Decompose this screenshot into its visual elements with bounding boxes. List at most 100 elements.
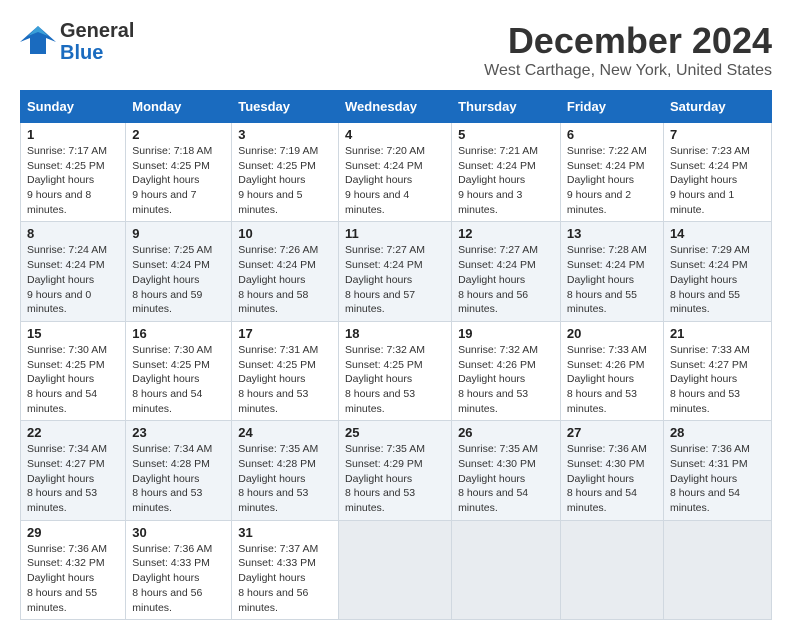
day-info: Sunrise: 7:36 AM Sunset: 4:32 PM Dayligh…: [27, 542, 119, 615]
day-info: Sunrise: 7:33 AM Sunset: 4:27 PM Dayligh…: [670, 343, 765, 416]
header-wednesday: Wednesday: [339, 91, 452, 123]
day-info: Sunrise: 7:30 AM Sunset: 4:25 PM Dayligh…: [132, 343, 225, 416]
table-row: 8 Sunrise: 7:24 AM Sunset: 4:24 PM Dayli…: [21, 222, 126, 321]
table-row: 17 Sunrise: 7:31 AM Sunset: 4:25 PM Dayl…: [232, 321, 339, 420]
day-number: 24: [238, 425, 332, 440]
table-row: 7 Sunrise: 7:23 AM Sunset: 4:24 PM Dayli…: [663, 123, 771, 222]
day-info: Sunrise: 7:19 AM Sunset: 4:25 PM Dayligh…: [238, 144, 332, 217]
table-row: 14 Sunrise: 7:29 AM Sunset: 4:24 PM Dayl…: [663, 222, 771, 321]
table-row: [452, 520, 561, 619]
day-info: Sunrise: 7:23 AM Sunset: 4:24 PM Dayligh…: [670, 144, 765, 217]
table-row: 5 Sunrise: 7:21 AM Sunset: 4:24 PM Dayli…: [452, 123, 561, 222]
day-number: 7: [670, 127, 765, 142]
calendar-week-row: 15 Sunrise: 7:30 AM Sunset: 4:25 PM Dayl…: [21, 321, 772, 420]
table-row: 26 Sunrise: 7:35 AM Sunset: 4:30 PM Dayl…: [452, 421, 561, 520]
day-number: 31: [238, 525, 332, 540]
logo-icon: [20, 22, 56, 63]
table-row: 25 Sunrise: 7:35 AM Sunset: 4:29 PM Dayl…: [339, 421, 452, 520]
day-info: Sunrise: 7:25 AM Sunset: 4:24 PM Dayligh…: [132, 243, 225, 316]
header-saturday: Saturday: [663, 91, 771, 123]
table-row: 20 Sunrise: 7:33 AM Sunset: 4:26 PM Dayl…: [560, 321, 663, 420]
table-row: 18 Sunrise: 7:32 AM Sunset: 4:25 PM Dayl…: [339, 321, 452, 420]
header-tuesday: Tuesday: [232, 91, 339, 123]
day-number: 14: [670, 226, 765, 241]
calendar-title: December 2024: [484, 20, 772, 62]
table-row: 31 Sunrise: 7:37 AM Sunset: 4:33 PM Dayl…: [232, 520, 339, 619]
day-info: Sunrise: 7:24 AM Sunset: 4:24 PM Dayligh…: [27, 243, 119, 316]
table-row: 1 Sunrise: 7:17 AM Sunset: 4:25 PM Dayli…: [21, 123, 126, 222]
day-info: Sunrise: 7:34 AM Sunset: 4:28 PM Dayligh…: [132, 442, 225, 515]
day-info: Sunrise: 7:36 AM Sunset: 4:33 PM Dayligh…: [132, 542, 225, 615]
day-number: 28: [670, 425, 765, 440]
calendar-week-row: 1 Sunrise: 7:17 AM Sunset: 4:25 PM Dayli…: [21, 123, 772, 222]
table-row: 29 Sunrise: 7:36 AM Sunset: 4:32 PM Dayl…: [21, 520, 126, 619]
calendar-week-row: 29 Sunrise: 7:36 AM Sunset: 4:32 PM Dayl…: [21, 520, 772, 619]
day-number: 23: [132, 425, 225, 440]
day-number: 13: [567, 226, 657, 241]
day-info: Sunrise: 7:27 AM Sunset: 4:24 PM Dayligh…: [458, 243, 554, 316]
calendar-week-row: 22 Sunrise: 7:34 AM Sunset: 4:27 PM Dayl…: [21, 421, 772, 520]
logo: General Blue: [20, 20, 134, 64]
day-info: Sunrise: 7:22 AM Sunset: 4:24 PM Dayligh…: [567, 144, 657, 217]
table-row: 13 Sunrise: 7:28 AM Sunset: 4:24 PM Dayl…: [560, 222, 663, 321]
day-info: Sunrise: 7:37 AM Sunset: 4:33 PM Dayligh…: [238, 542, 332, 615]
header-friday: Friday: [560, 91, 663, 123]
table-row: 16 Sunrise: 7:30 AM Sunset: 4:25 PM Dayl…: [126, 321, 232, 420]
table-row: 21 Sunrise: 7:33 AM Sunset: 4:27 PM Dayl…: [663, 321, 771, 420]
day-number: 19: [458, 326, 554, 341]
table-row: [339, 520, 452, 619]
title-section: December 2024 West Carthage, New York, U…: [484, 20, 772, 80]
day-info: Sunrise: 7:35 AM Sunset: 4:29 PM Dayligh…: [345, 442, 445, 515]
day-info: Sunrise: 7:31 AM Sunset: 4:25 PM Dayligh…: [238, 343, 332, 416]
day-info: Sunrise: 7:28 AM Sunset: 4:24 PM Dayligh…: [567, 243, 657, 316]
table-row: 27 Sunrise: 7:36 AM Sunset: 4:30 PM Dayl…: [560, 421, 663, 520]
table-row: 23 Sunrise: 7:34 AM Sunset: 4:28 PM Dayl…: [126, 421, 232, 520]
day-number: 3: [238, 127, 332, 142]
table-row: 12 Sunrise: 7:27 AM Sunset: 4:24 PM Dayl…: [452, 222, 561, 321]
day-info: Sunrise: 7:36 AM Sunset: 4:30 PM Dayligh…: [567, 442, 657, 515]
day-number: 10: [238, 226, 332, 241]
day-number: 15: [27, 326, 119, 341]
table-row: 28 Sunrise: 7:36 AM Sunset: 4:31 PM Dayl…: [663, 421, 771, 520]
table-row: 22 Sunrise: 7:34 AM Sunset: 4:27 PM Dayl…: [21, 421, 126, 520]
day-info: Sunrise: 7:29 AM Sunset: 4:24 PM Dayligh…: [670, 243, 765, 316]
calendar-header-row: Sunday Monday Tuesday Wednesday Thursday…: [21, 91, 772, 123]
day-number: 18: [345, 326, 445, 341]
day-number: 30: [132, 525, 225, 540]
table-row: 10 Sunrise: 7:26 AM Sunset: 4:24 PM Dayl…: [232, 222, 339, 321]
day-info: Sunrise: 7:18 AM Sunset: 4:25 PM Dayligh…: [132, 144, 225, 217]
day-info: Sunrise: 7:26 AM Sunset: 4:24 PM Dayligh…: [238, 243, 332, 316]
day-info: Sunrise: 7:21 AM Sunset: 4:24 PM Dayligh…: [458, 144, 554, 217]
header-thursday: Thursday: [452, 91, 561, 123]
day-number: 21: [670, 326, 765, 341]
logo-text: General Blue: [60, 20, 134, 64]
table-row: [663, 520, 771, 619]
day-number: 4: [345, 127, 445, 142]
day-number: 27: [567, 425, 657, 440]
header-monday: Monday: [126, 91, 232, 123]
day-number: 8: [27, 226, 119, 241]
day-info: Sunrise: 7:17 AM Sunset: 4:25 PM Dayligh…: [27, 144, 119, 217]
calendar-subtitle: West Carthage, New York, United States: [484, 62, 772, 80]
table-row: 4 Sunrise: 7:20 AM Sunset: 4:24 PM Dayli…: [339, 123, 452, 222]
header-sunday: Sunday: [21, 91, 126, 123]
day-info: Sunrise: 7:32 AM Sunset: 4:26 PM Dayligh…: [458, 343, 554, 416]
table-row: 9 Sunrise: 7:25 AM Sunset: 4:24 PM Dayli…: [126, 222, 232, 321]
day-info: Sunrise: 7:30 AM Sunset: 4:25 PM Dayligh…: [27, 343, 119, 416]
day-number: 12: [458, 226, 554, 241]
calendar-table: Sunday Monday Tuesday Wednesday Thursday…: [20, 90, 772, 620]
day-number: 16: [132, 326, 225, 341]
day-number: 29: [27, 525, 119, 540]
day-number: 2: [132, 127, 225, 142]
day-number: 25: [345, 425, 445, 440]
table-row: 3 Sunrise: 7:19 AM Sunset: 4:25 PM Dayli…: [232, 123, 339, 222]
day-info: Sunrise: 7:27 AM Sunset: 4:24 PM Dayligh…: [345, 243, 445, 316]
table-row: 6 Sunrise: 7:22 AM Sunset: 4:24 PM Dayli…: [560, 123, 663, 222]
day-number: 6: [567, 127, 657, 142]
day-number: 20: [567, 326, 657, 341]
day-number: 5: [458, 127, 554, 142]
calendar-week-row: 8 Sunrise: 7:24 AM Sunset: 4:24 PM Dayli…: [21, 222, 772, 321]
page-header: General Blue December 2024 West Carthage…: [20, 20, 772, 80]
day-number: 17: [238, 326, 332, 341]
day-info: Sunrise: 7:33 AM Sunset: 4:26 PM Dayligh…: [567, 343, 657, 416]
